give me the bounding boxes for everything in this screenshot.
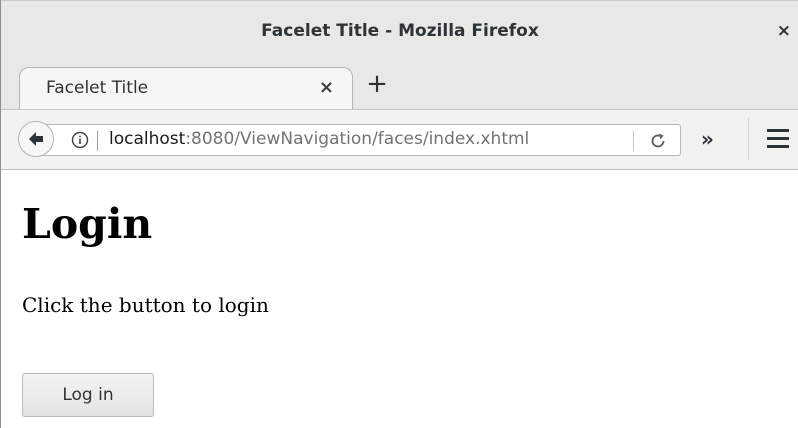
info-icon[interactable] [71, 131, 89, 149]
new-tab-button[interactable]: + [363, 71, 391, 99]
page-content: Login Click the button to login Log in [1, 170, 798, 428]
url-text[interactable]: localhost:8080/ViewNavigation/faces/inde… [109, 129, 529, 149]
back-button[interactable] [18, 121, 54, 157]
reload-icon[interactable] [648, 131, 668, 151]
page-instruction: Click the button to login [22, 293, 269, 317]
tab-strip: Facelet Title × + [1, 62, 798, 110]
url-bar[interactable]: localhost:8080/ViewNavigation/faces/inde… [43, 124, 681, 156]
toolbar-separator [748, 118, 749, 160]
tab-facelet-title[interactable]: Facelet Title × [19, 67, 353, 109]
hamburger-menu-icon[interactable] [767, 129, 789, 149]
url-host: localhost [109, 129, 186, 149]
page-title: Login [22, 200, 153, 248]
url-separator [97, 131, 98, 151]
browser-window: Facelet Title - Mozilla Firefox × Facele… [0, 0, 798, 428]
back-arrow-icon [29, 132, 43, 146]
title-bar: Facelet Title - Mozilla Firefox × [1, 0, 798, 62]
overflow-chevron-button[interactable]: » [701, 127, 714, 151]
login-button[interactable]: Log in [22, 373, 154, 417]
tab-label: Facelet Title [46, 78, 149, 98]
navigation-bar: localhost:8080/ViewNavigation/faces/inde… [1, 110, 798, 170]
url-path: :8080/ViewNavigation/faces/index.xhtml [185, 129, 530, 149]
window-close-button[interactable]: × [777, 21, 791, 41]
tab-close-button[interactable]: × [319, 77, 334, 98]
reload-separator [633, 131, 634, 151]
window-title: Facelet Title - Mozilla Firefox [261, 21, 539, 41]
